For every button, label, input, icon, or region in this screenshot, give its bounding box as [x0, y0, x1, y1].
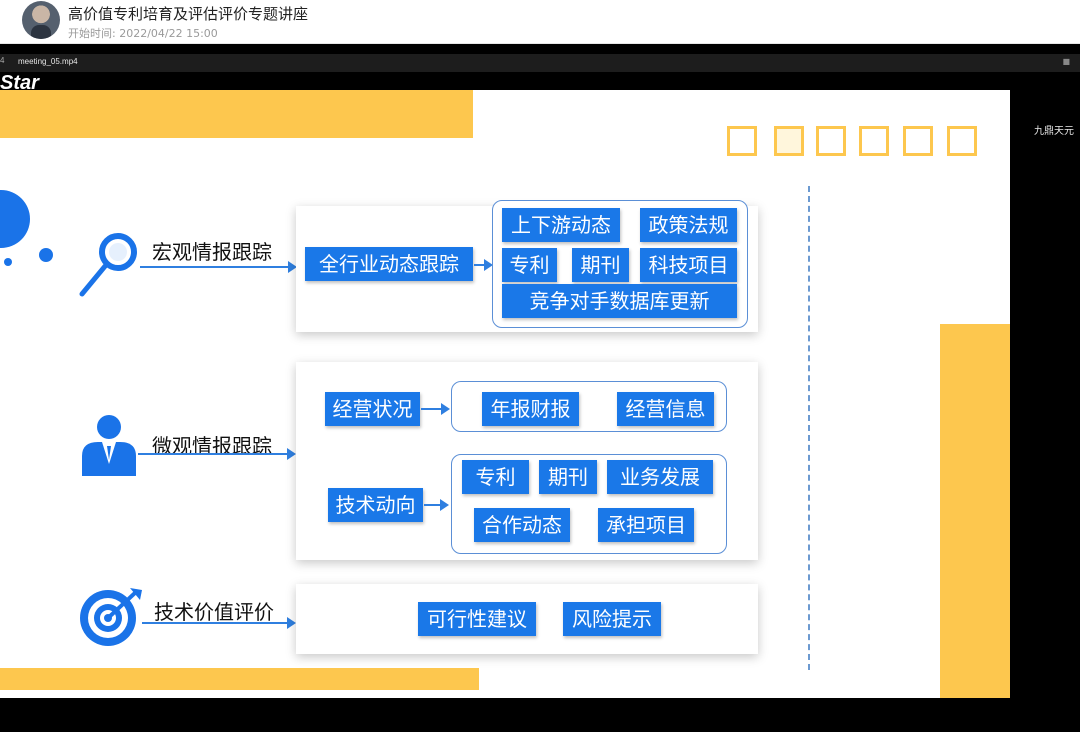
- section-label-macro: 宏观情报跟踪: [152, 240, 272, 264]
- tag: 合作动态: [474, 508, 570, 542]
- start-time: 开始时间: 2022/04/22 15:00: [68, 27, 218, 40]
- arrow-icon: [441, 403, 450, 415]
- deco-square: [903, 126, 933, 156]
- meeting-title: 高价值专利培育及评估评价专题讲座: [68, 5, 309, 23]
- avatar[interactable]: [22, 1, 60, 39]
- arrow-icon: [440, 499, 449, 511]
- tag: 专利: [502, 248, 557, 282]
- sub-tag: 经营状况: [325, 392, 420, 426]
- meeting-header: 高价值专利培育及评估评价专题讲座 开始时间: 2022/04/22 15:00: [0, 0, 1080, 44]
- hub-tag: 全行业动态跟踪: [305, 247, 473, 281]
- deco-bubble: [39, 248, 53, 262]
- yellow-band-bottom: [0, 668, 479, 690]
- person-icon: [82, 415, 136, 476]
- tag: 可行性建议: [418, 602, 536, 636]
- connector-line: [421, 408, 443, 410]
- connector-line: [142, 622, 288, 624]
- deco-square: [947, 126, 977, 156]
- tag: 承担项目: [598, 508, 694, 542]
- tag: 年报财报: [482, 392, 579, 426]
- player-tab-bar: 4 meeting_05.mp4 ■: [0, 54, 1080, 72]
- deco-square: [774, 126, 804, 156]
- section-label-tech: 技术价值评价: [154, 600, 274, 624]
- connector-line: [138, 453, 288, 455]
- deco-bubble: [0, 190, 30, 248]
- tag: 业务发展: [607, 460, 713, 494]
- close-icon[interactable]: ■: [1062, 57, 1070, 66]
- video-file-tab[interactable]: meeting_05.mp4: [18, 57, 78, 66]
- tag: 政策法规: [640, 208, 737, 242]
- tag: 期刊: [572, 248, 629, 282]
- dashed-divider: [808, 186, 810, 670]
- tag: 竞争对手数据库更新: [502, 284, 737, 318]
- target-icon: [80, 588, 142, 646]
- sub-tag: 技术动向: [328, 488, 423, 522]
- tag: 专利: [462, 460, 529, 494]
- arrow-icon: [287, 617, 296, 629]
- deco-square: [727, 126, 757, 156]
- tag: 科技项目: [640, 248, 737, 282]
- tag: 上下游动态: [502, 208, 620, 242]
- tag: 风险提示: [563, 602, 661, 636]
- deco-bubble: [4, 258, 12, 266]
- side-caption: 九鼎天元: [1034, 126, 1074, 137]
- tag: 经营信息: [617, 392, 714, 426]
- deco-square: [816, 126, 846, 156]
- tag: 期刊: [539, 460, 597, 494]
- connector-line: [140, 266, 292, 268]
- app-window: 高价值专利培育及评估评价专题讲座 开始时间: 2022/04/22 15:00 …: [0, 0, 1080, 732]
- tab-prefix: 4: [0, 56, 5, 65]
- yellow-band-right: [940, 324, 1010, 698]
- deco-square: [859, 126, 889, 156]
- magnifier-icon: [79, 233, 137, 297]
- yellow-band-top: [0, 90, 473, 138]
- arrow-icon: [287, 448, 296, 460]
- video-player[interactable]: 4 meeting_05.mp4 ■ Star 之星 九鼎天元: [0, 44, 1080, 732]
- presentation-slide: 宏观情报跟踪 全行业动态跟踪 上下游动态 政策法规 专利 期刊 科技项目 竞争对…: [0, 90, 1010, 698]
